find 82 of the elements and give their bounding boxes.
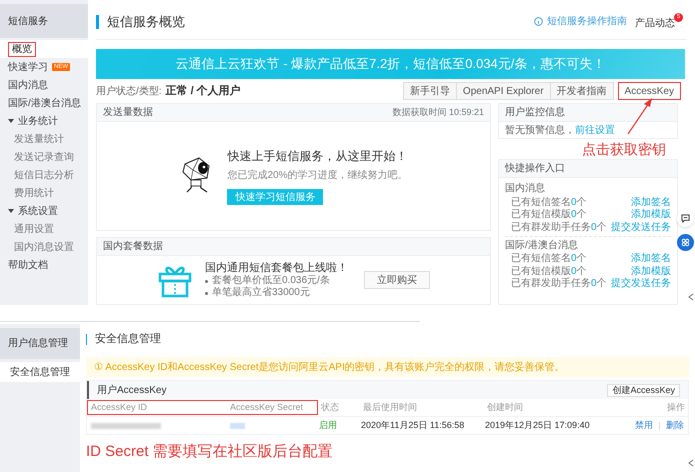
sidebar-item[interactable]: 通用设置 <box>0 220 88 238</box>
sidebar-header: 短信服务 <box>0 4 88 38</box>
group-title: 国内消息 <box>505 182 546 196</box>
column-header: AccessKey ID <box>90 400 148 414</box>
news-link[interactable]: 产品动态 <box>635 16 675 30</box>
apps-button[interactable] <box>677 234 694 251</box>
update-time: 数据获取时间 10:59:21 <box>392 106 484 119</box>
guide-tab[interactable]: 新手引导 <box>402 82 457 100</box>
chat-icon <box>681 214 690 223</box>
grid-icon <box>681 238 690 247</box>
bullet-icon <box>205 292 208 294</box>
action-link[interactable]: 删除 <box>666 418 684 432</box>
monitor-text: 暂无预警信息，前往设置 <box>505 124 615 138</box>
chat-button[interactable] <box>677 210 694 227</box>
status-value: 正常 / 个人用户 <box>166 84 241 99</box>
page-title: 短信服务概览 <box>96 14 185 28</box>
guide-tab[interactable]: 开发者指南 <box>550 82 614 100</box>
annotation-text: ID Secret 需要填写在社区版后台配置 <box>86 442 334 462</box>
sidebar-item[interactable]: 发送记录查询 <box>0 148 88 166</box>
help-icon <box>534 17 543 26</box>
action-link[interactable]: 添加签名 <box>631 251 671 266</box>
warning-banner: ① AccessKey ID和AccessKey Secret是您访问阿里云API的密钥，具有该账户完全的权限，请您妥善保管。 <box>86 357 689 377</box>
action-link[interactable]: 添加模版 <box>631 264 671 279</box>
redacted-bar <box>91 422 161 428</box>
sidebar-item[interactable]: 国际/港澳台消息 <box>0 94 88 112</box>
sidebar-item[interactable]: 国内消息设置 <box>0 238 88 256</box>
guide-tab[interactable]: OpenAPI Explorer <box>456 82 551 100</box>
sidebar-item[interactable]: 概览 <box>0 40 88 58</box>
sidebar-item[interactable]: 国内消息 <box>0 76 88 94</box>
sidebar-item[interactable]: 帮助文档 <box>0 256 88 274</box>
pointer-arrow <box>625 97 655 135</box>
column-header: 最后使用时间 <box>362 400 418 414</box>
column-header: 操作 <box>666 400 686 414</box>
action-link[interactable]: 禁用 <box>635 418 653 432</box>
collapse-icon[interactable] <box>688 459 694 467</box>
card-title: 国内套餐数据 <box>103 240 163 254</box>
bullet-text: 套餐包单价低至0.036元/条 <box>212 275 330 286</box>
table-cell-text: 2020年11月25日 11:56:58 <box>360 418 466 432</box>
quick-stat: 已有短信签名0个 <box>511 252 587 266</box>
sidebar-item[interactable]: 业务统计 <box>0 112 88 130</box>
sidebar-header: 用户信息管理 <box>0 328 80 359</box>
collapse-icon[interactable] <box>688 293 694 301</box>
table-title: 用户AccessKey <box>97 384 166 398</box>
sidebar-item[interactable]: 短信日志分析 <box>0 166 88 184</box>
settings-link[interactable]: 前往设置 <box>575 124 615 136</box>
promo-banner: 云通信上云狂欢节 - 爆款产品低至7.2折，短信低至0.034元/条，惠不可失！ <box>96 49 685 79</box>
sidebar-item[interactable]: 费用统计 <box>0 184 88 202</box>
quick-stat: 已有短信签名0个 <box>511 196 587 208</box>
redacted-bar <box>230 422 245 428</box>
annotation-text: 点击获取密钥 <box>581 140 667 158</box>
sidebar-item[interactable]: 系统设置 <box>0 202 88 220</box>
sidebar-item[interactable]: 发送量统计 <box>0 130 88 148</box>
page-title: 安全信息管理 <box>86 334 161 344</box>
guide-link[interactable]: 短信服务操作指南 <box>534 14 627 29</box>
card-title: 发送量数据 <box>103 106 153 120</box>
bullet-text: 单笔最高立省33000元 <box>212 287 310 299</box>
card-title: 用户监控信息 <box>505 106 565 120</box>
bullet-icon <box>205 280 208 282</box>
sidebar-item[interactable]: 安全信息管理 <box>0 362 80 382</box>
column-header: AccessKey Secret <box>229 400 304 414</box>
column-header: 状态 <box>320 400 340 414</box>
table-cell-text: 2019年12月25日 17:09:40 <box>484 418 591 432</box>
column-header: 创建时间 <box>486 400 524 414</box>
package-heading: 国内通用短信套餐包上线啦！ <box>205 261 348 274</box>
action-link[interactable]: 添加签名 <box>631 194 671 210</box>
quick-stat: 已有短信模版0个 <box>511 208 587 222</box>
create-key-button[interactable]: 创建AccessKey <box>607 384 680 396</box>
quick-stat: 已有群发助手任务0个 <box>511 276 607 292</box>
action-link[interactable]: 提交发送任务 <box>611 220 671 235</box>
progress-text: 您已完成20%的学习进度，继续努力吧。 <box>227 168 408 183</box>
learn-button[interactable]: 快速学习短信服务 <box>227 189 324 205</box>
guide-tab[interactable]: AccessKey <box>618 82 681 100</box>
buy-button[interactable]: 立即购买 <box>364 271 430 289</box>
quick-stat: 已有群发助手任务0个 <box>511 220 607 235</box>
card-title: 快捷操作入口 <box>505 162 565 176</box>
action-link[interactable]: 添加模版 <box>631 207 671 222</box>
group-title: 国际/港澳台消息 <box>505 236 671 252</box>
action-link[interactable]: 提交发送任务 <box>611 276 671 292</box>
quick-stat: 已有短信模版0个 <box>511 264 587 278</box>
status-text: 启用 <box>318 418 338 432</box>
onboarding-heading: 快速上手短信服务，从这里开始！ <box>227 148 408 165</box>
status-label: 用户状态/类型: <box>96 84 162 98</box>
